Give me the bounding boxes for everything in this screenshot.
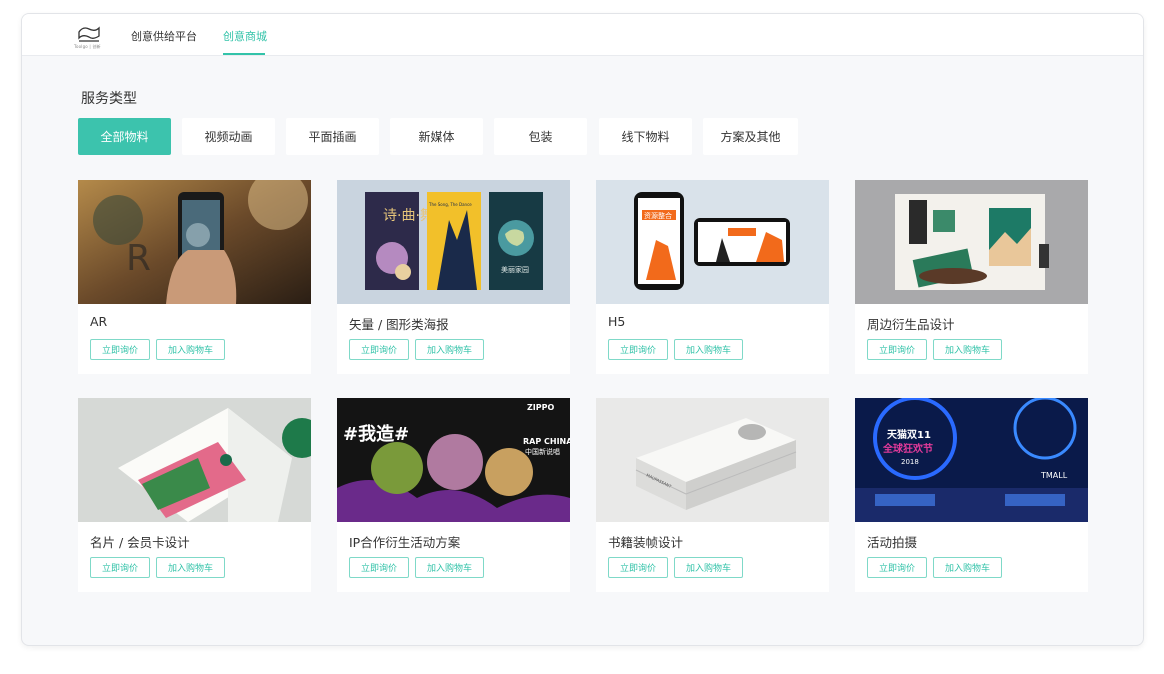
- inquire-now-button[interactable]: 立即询价: [349, 339, 409, 360]
- product-thumbnail[interactable]: 资源整合: [596, 180, 829, 304]
- product-thumbnail[interactable]: #我造# ZIPPO RAP CHINA 中国新说唱: [337, 398, 570, 522]
- event-tmall-text: TMALL: [1040, 471, 1068, 480]
- product-thumbnail[interactable]: 诗·曲·舞 The Song, The Dance 美丽家园: [337, 180, 570, 304]
- ip-tag-text: #我造#: [343, 423, 409, 445]
- product-card-h5[interactable]: 资源整合 H5 立即询价 加入购物车: [596, 180, 829, 374]
- svg-text:R: R: [126, 238, 151, 279]
- brand-logo-text: Toolgo | 创新: [74, 44, 101, 49]
- product-thumbnail[interactable]: MAUPASSANT: [596, 398, 829, 522]
- ip-brand-text: ZIPPO: [527, 403, 555, 412]
- product-thumbnail[interactable]: [78, 398, 311, 522]
- event-line2-text: 全球狂欢节: [882, 442, 933, 455]
- inquire-now-button[interactable]: 立即询价: [90, 557, 150, 578]
- filter-packaging[interactable]: 包装: [494, 118, 587, 155]
- inquire-now-button[interactable]: 立即询价: [608, 339, 668, 360]
- filter-all-materials[interactable]: 全部物料: [78, 118, 171, 155]
- product-card-business-card[interactable]: 名片 / 会员卡设计 立即询价 加入购物车: [78, 398, 311, 592]
- ip-rap-sub-text: 中国新说唱: [525, 447, 560, 456]
- add-to-cart-button[interactable]: 加入购物车: [156, 339, 225, 360]
- inquire-now-button[interactable]: 立即询价: [608, 557, 668, 578]
- filter-video-animation[interactable]: 视频动画: [182, 118, 275, 155]
- inquire-now-button[interactable]: 立即询价: [867, 339, 927, 360]
- product-thumbnail[interactable]: R: [78, 180, 311, 304]
- product-card-merchandise[interactable]: 周边衍生品设计 立即询价 加入购物车: [855, 180, 1088, 374]
- product-title: IP合作衍生活动方案: [349, 535, 461, 550]
- event-line1-text: 天猫双11: [887, 428, 931, 441]
- h5-headline: 资源整合: [644, 211, 672, 220]
- product-card-book-design[interactable]: MAUPASSANT 书籍装帧设计 立即询价 加入购物车: [596, 398, 829, 592]
- add-to-cart-button[interactable]: 加入购物车: [415, 339, 484, 360]
- product-title: 名片 / 会员卡设计: [90, 535, 190, 550]
- product-title: H5: [608, 314, 626, 329]
- add-to-cart-button[interactable]: 加入购物车: [674, 339, 743, 360]
- poster-1-text: 诗·曲·舞: [383, 208, 434, 224]
- app-window: Toolgo | 创新 创意供给平台 创意商城 服务类型 全部物料 视频动画 平…: [21, 13, 1144, 646]
- nav-item-creative-mall[interactable]: 创意商城: [223, 28, 267, 44]
- product-card-event-photography[interactable]: 天猫双11 全球狂欢节 2018 TMALL 活动拍摄 立即询价 加入购物车: [855, 398, 1088, 592]
- product-card-ar[interactable]: R AR 立即询价 加入购物车: [78, 180, 311, 374]
- product-card-vector-poster[interactable]: 诗·曲·舞 The Song, The Dance 美丽家园 矢量 / 图形类海…: [337, 180, 570, 374]
- nav-item-creative-supply[interactable]: 创意供给平台: [131, 28, 197, 44]
- add-to-cart-button[interactable]: 加入购物车: [156, 557, 225, 578]
- service-type-heading: 服务类型: [81, 91, 137, 107]
- inquire-now-button[interactable]: 立即询价: [867, 557, 927, 578]
- inquire-now-button[interactable]: 立即询价: [349, 557, 409, 578]
- filter-solutions-other[interactable]: 方案及其他: [703, 118, 798, 155]
- product-thumbnail[interactable]: [855, 180, 1088, 304]
- active-nav-underline: [223, 53, 265, 55]
- product-title: 周边衍生品设计: [867, 317, 955, 332]
- poster-3-text: 美丽家园: [501, 265, 529, 274]
- product-title: 矢量 / 图形类海报: [349, 317, 449, 332]
- poster-2-text: The Song, The Dance: [428, 202, 472, 207]
- add-to-cart-button[interactable]: 加入购物车: [674, 557, 743, 578]
- add-to-cart-button[interactable]: 加入购物车: [933, 339, 1002, 360]
- top-navigation-bar: Toolgo | 创新 创意供给平台 创意商城: [22, 14, 1143, 56]
- event-year-text: 2018: [901, 458, 919, 466]
- product-thumbnail[interactable]: 天猫双11 全球狂欢节 2018 TMALL: [855, 398, 1088, 522]
- product-title: AR: [90, 314, 108, 329]
- add-to-cart-button[interactable]: 加入购物车: [415, 557, 484, 578]
- add-to-cart-button[interactable]: 加入购物车: [933, 557, 1002, 578]
- filter-new-media[interactable]: 新媒体: [390, 118, 483, 155]
- product-title: 活动拍摄: [867, 535, 918, 550]
- ip-rap-text: RAP CHINA: [523, 437, 570, 446]
- product-card-ip-collaboration[interactable]: #我造# ZIPPO RAP CHINA 中国新说唱 IP合作衍生活动方案 立即…: [337, 398, 570, 592]
- inquire-now-button[interactable]: 立即询价: [90, 339, 150, 360]
- filter-offline-materials[interactable]: 线下物料: [599, 118, 692, 155]
- brand-logo-icon[interactable]: [77, 24, 101, 44]
- product-title: 书籍装帧设计: [608, 535, 684, 550]
- filter-graphic-illustration[interactable]: 平面插画: [286, 118, 379, 155]
